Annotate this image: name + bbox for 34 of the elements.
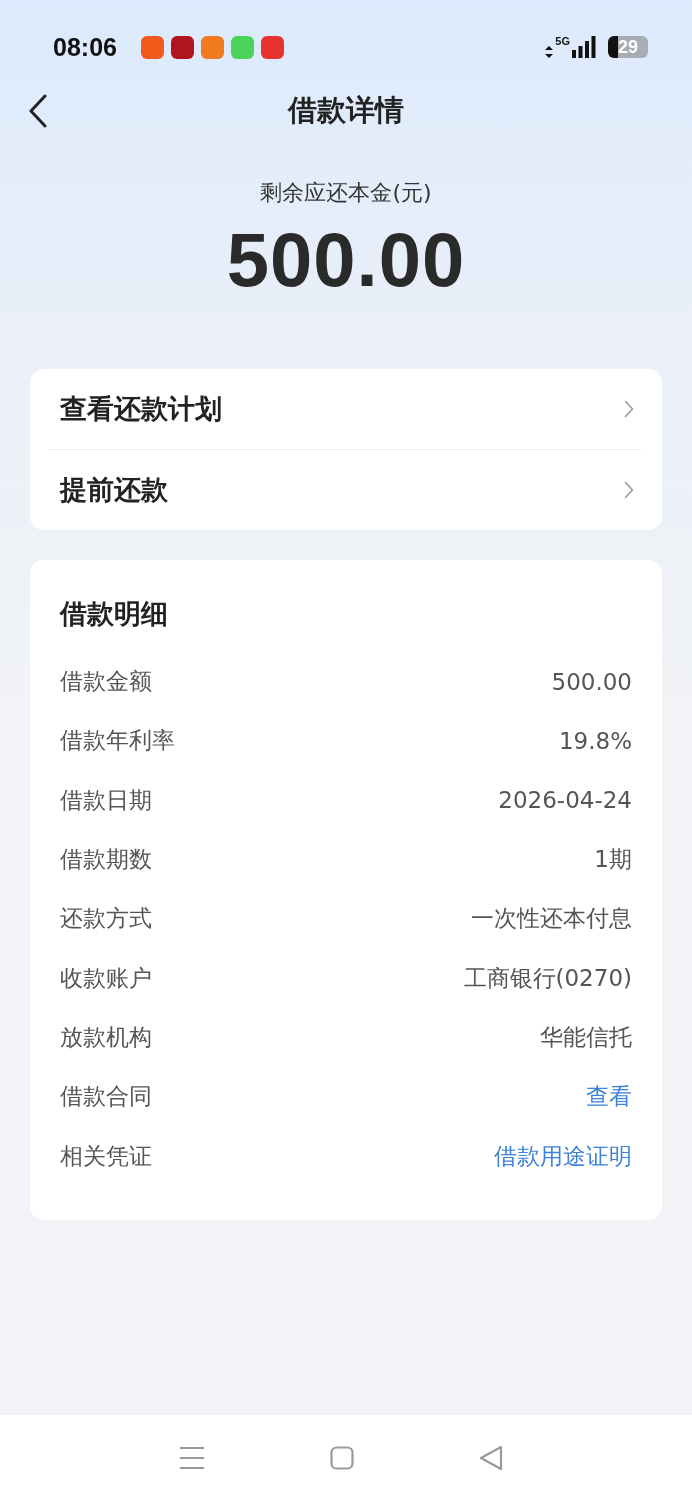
amount-value: 500.00 [226, 216, 466, 303]
chevron-right-icon [624, 400, 634, 418]
detail-label: 借款金额 [60, 667, 152, 697]
detail-value: 工商银行(0270) [463, 963, 632, 993]
chevron-right-icon [624, 481, 634, 499]
detail-value: 1期 [594, 845, 632, 875]
detail-label: 借款期数 [60, 845, 152, 875]
menu-item[interactable]: 查看还款计划 [60, 369, 642, 449]
signal-icon [572, 36, 596, 58]
detail-value: 华能信托 [540, 1022, 632, 1052]
detail-value: 一次性还本付息 [471, 904, 632, 934]
back-icon[interactable] [479, 1444, 503, 1471]
detail-label: 借款合同 [60, 1082, 152, 1112]
detail-value: 2026-04-24 [498, 787, 632, 814]
network-type: 5G [555, 36, 570, 47]
detail-label: 还款方式 [60, 904, 152, 934]
detail-value: 19.8% [558, 727, 632, 754]
status-time: 08:06 [53, 32, 117, 62]
section-title: 借款明细 [60, 597, 169, 631]
detail-label: 借款年利率 [60, 726, 175, 756]
detail-label: 收款账户 [60, 963, 152, 993]
data-arrows-icon [545, 46, 554, 58]
detail-label: 借款日期 [60, 785, 152, 815]
detail-link[interactable]: 查看 [586, 1081, 632, 1113]
page-title: 借款详情 [288, 92, 404, 129]
menu-icon[interactable] [179, 1445, 205, 1470]
detail-label: 放款机构 [60, 1022, 152, 1052]
detail-label: 相关凭证 [60, 1141, 152, 1171]
battery-level: 29 [618, 36, 638, 58]
home-icon[interactable] [330, 1445, 354, 1470]
detail-link[interactable]: 借款用途证明 [494, 1140, 632, 1172]
menu-item[interactable]: 提前还款 [48, 449, 642, 530]
amount-label: 剩余应还本金(元) [260, 179, 432, 207]
detail-value: 500.00 [551, 668, 632, 695]
